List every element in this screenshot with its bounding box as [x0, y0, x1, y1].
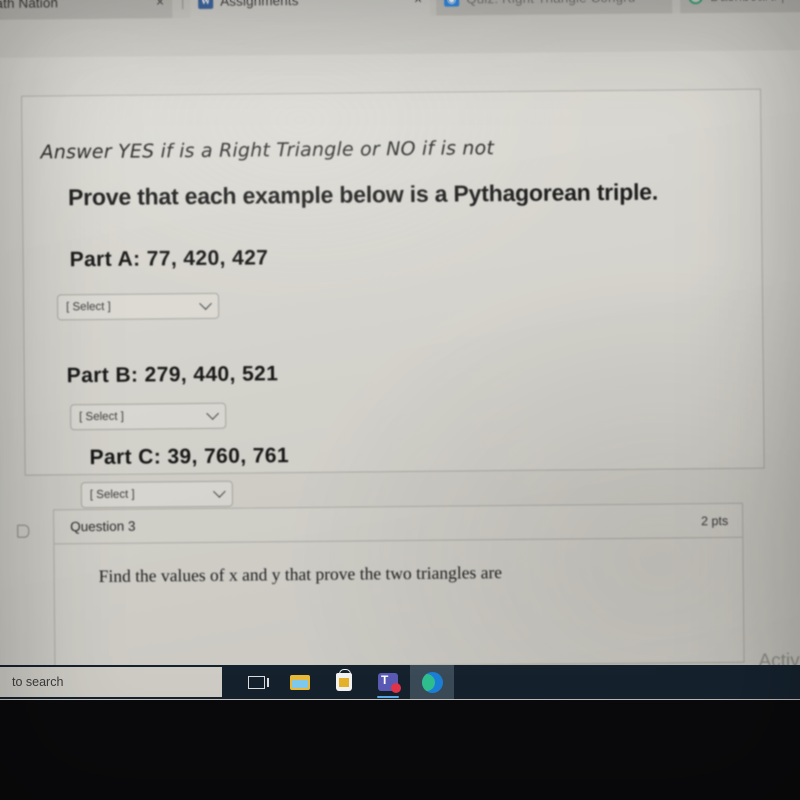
tab-close-icon[interactable]: ×: [146, 0, 164, 9]
part-a-select[interactable]: [ Select ]: [56, 292, 220, 321]
photographed-screen: Math Nation × W Assignments × ◉ Quiz: Ri…: [0, 0, 800, 700]
question-3-card: Question 3 2 pts Find the values of x an…: [53, 502, 745, 670]
question-3-header: Question 3 2 pts: [54, 503, 743, 545]
taskbar-microsoft-edge-button[interactable]: [410, 665, 454, 699]
instruction-heading: Prove that each example below is a Pytha…: [67, 178, 659, 211]
tab-separator: [182, 0, 184, 10]
part-b-label: Part B: 279, 440, 521: [66, 362, 279, 388]
green-circle-icon: [688, 0, 704, 4]
tab-title: Quiz: Right Triangle Congru: [466, 0, 635, 6]
tab-title: Dashboard |: [710, 0, 785, 4]
part-a-label: Part A: 77, 420, 427: [69, 246, 269, 272]
part-c-select[interactable]: [ Select ]: [80, 480, 234, 509]
tab-close-icon[interactable]: ×: [646, 0, 664, 5]
chevron-down-icon: [206, 406, 219, 420]
question-3-points: 2 pts: [700, 513, 729, 528]
part-b-select[interactable]: [ Select ]: [70, 402, 227, 431]
question-content-card: Answer YES if is a Right Triangle or NO …: [21, 88, 765, 509]
chevron-down-icon: [212, 484, 226, 498]
part-c-label: Part C: 39, 760, 761: [89, 444, 290, 470]
search-placeholder: to search: [12, 674, 64, 689]
select-value: [ Select ]: [89, 488, 135, 502]
select-value: [ Select ]: [79, 410, 124, 424]
chevron-down-icon: [199, 296, 212, 310]
microsoft-store-icon: [336, 669, 352, 691]
question-3-body: Find the values of x and y that prove th…: [98, 562, 503, 586]
taskbar-microsoft-teams-button[interactable]: [366, 665, 410, 699]
taskbar-file-explorer-button[interactable]: [278, 665, 322, 699]
taskbar-microsoft-store-button[interactable]: [322, 665, 366, 699]
tab-title: Math Nation: [0, 0, 59, 11]
instruction-italic: Answer YES if is a Right Triangle or NO …: [40, 137, 495, 164]
tab-close-icon[interactable]: ×: [404, 0, 422, 7]
task-view-icon: [247, 675, 269, 689]
browser-tab-math-nation[interactable]: Math Nation ×: [0, 0, 173, 21]
canvas-icon: ◉: [444, 0, 460, 7]
microsoft-teams-icon: [378, 673, 401, 693]
microsoft-edge-icon: [421, 671, 443, 693]
select-value: [ Select ]: [66, 300, 111, 314]
question-3-title: Question 3: [70, 518, 136, 535]
tab-title: Assignments: [220, 0, 299, 9]
word-icon: W: [198, 0, 214, 9]
taskbar-task-view-button[interactable]: [234, 665, 278, 699]
browser-tab-dashboard[interactable]: Dashboard |: [679, 0, 800, 14]
running-indicator: [377, 696, 399, 698]
file-explorer-icon: [290, 674, 310, 690]
flag-icon[interactable]: [17, 524, 30, 538]
canvas-quiz-page: Answer YES if is a Right Triangle or NO …: [0, 50, 800, 691]
taskbar-search-input[interactable]: to search: [0, 666, 222, 697]
windows-taskbar: to search: [0, 665, 800, 699]
